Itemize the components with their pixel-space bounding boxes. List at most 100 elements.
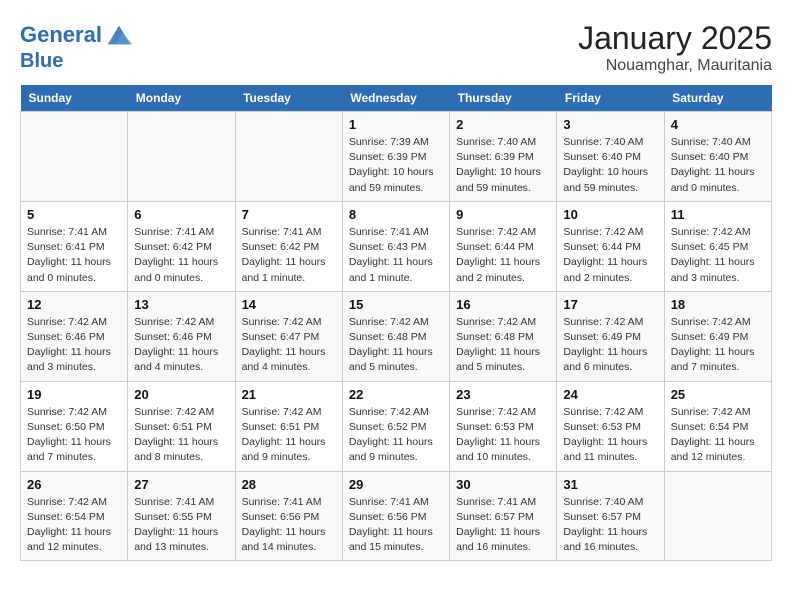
calendar-cell: 17 Sunrise: 7:42 AMSunset: 6:49 PMDayligh… xyxy=(557,291,664,381)
subtitle: Nouamghar, Mauritania xyxy=(578,57,772,75)
day-info: Sunrise: 7:42 AMSunset: 6:51 PMDaylight:… xyxy=(134,405,228,466)
day-info: Sunrise: 7:40 AMSunset: 6:40 PMDaylight:… xyxy=(563,135,657,196)
calendar-cell xyxy=(128,112,235,202)
calendar-cell: 21 Sunrise: 7:42 AMSunset: 6:51 PMDayligh… xyxy=(235,381,342,471)
day-info: Sunrise: 7:41 AMSunset: 6:41 PMDaylight:… xyxy=(27,225,121,286)
day-number: 1 xyxy=(349,117,443,132)
day-number: 27 xyxy=(134,477,228,492)
day-number: 25 xyxy=(671,387,765,402)
day-info: Sunrise: 7:42 AMSunset: 6:46 PMDaylight:… xyxy=(134,315,228,376)
day-info: Sunrise: 7:42 AMSunset: 6:53 PMDaylight:… xyxy=(563,405,657,466)
calendar-cell: 24 Sunrise: 7:42 AMSunset: 6:53 PMDayligh… xyxy=(557,381,664,471)
weekday-header-saturday: Saturday xyxy=(664,85,771,112)
calendar-cell: 10 Sunrise: 7:42 AMSunset: 6:44 PMDayligh… xyxy=(557,201,664,291)
calendar-cell: 11 Sunrise: 7:42 AMSunset: 6:45 PMDayligh… xyxy=(664,201,771,291)
calendar-cell: 20 Sunrise: 7:42 AMSunset: 6:51 PMDayligh… xyxy=(128,381,235,471)
day-number: 7 xyxy=(242,207,336,222)
day-info: Sunrise: 7:42 AMSunset: 6:52 PMDaylight:… xyxy=(349,405,443,466)
calendar-cell: 25Sunrise: 7:42 AMSunset: 6:54 PMDayligh… xyxy=(664,381,771,471)
title-block: January 2025 Nouamghar, Mauritania xyxy=(578,20,772,75)
day-number: 26 xyxy=(27,477,121,492)
calendar-cell: 22 Sunrise: 7:42 AMSunset: 6:52 PMDayligh… xyxy=(342,381,449,471)
day-info: Sunrise: 7:41 AMSunset: 6:57 PMDaylight:… xyxy=(456,495,550,556)
calendar-cell: 7 Sunrise: 7:41 AMSunset: 6:42 PMDaylight… xyxy=(235,201,342,291)
calendar-table: SundayMondayTuesdayWednesdayThursdayFrid… xyxy=(20,85,772,561)
page-header: General Blue January 2025 Nouamghar, Mau… xyxy=(20,20,772,75)
day-number: 23 xyxy=(456,387,550,402)
logo: General Blue xyxy=(20,20,134,72)
calendar-cell: 3 Sunrise: 7:40 AMSunset: 6:40 PMDaylight… xyxy=(557,112,664,202)
day-info: Sunrise: 7:42 AMSunset: 6:44 PMDaylight:… xyxy=(563,225,657,286)
calendar-cell xyxy=(21,112,128,202)
day-number: 18 xyxy=(671,297,765,312)
day-info: Sunrise: 7:42 AMSunset: 6:48 PMDaylight:… xyxy=(349,315,443,376)
calendar-cell: 5 Sunrise: 7:41 AMSunset: 6:41 PMDaylight… xyxy=(21,201,128,291)
day-info: Sunrise: 7:41 AMSunset: 6:42 PMDaylight:… xyxy=(134,225,228,286)
day-number: 9 xyxy=(456,207,550,222)
calendar-cell: 14 Sunrise: 7:42 AMSunset: 6:47 PMDayligh… xyxy=(235,291,342,381)
day-number: 16 xyxy=(456,297,550,312)
day-number: 31 xyxy=(563,477,657,492)
day-info: Sunrise: 7:42 AMSunset: 6:50 PMDaylight:… xyxy=(27,405,121,466)
weekday-header-thursday: Thursday xyxy=(450,85,557,112)
calendar-cell: 2Sunrise: 7:40 AMSunset: 6:39 PMDaylight… xyxy=(450,112,557,202)
day-number: 24 xyxy=(563,387,657,402)
day-info: Sunrise: 7:41 AMSunset: 6:43 PMDaylight:… xyxy=(349,225,443,286)
day-info: Sunrise: 7:40 AMSunset: 6:40 PMDaylight:… xyxy=(671,135,765,196)
weekday-header-tuesday: Tuesday xyxy=(235,85,342,112)
calendar-cell: 1Sunrise: 7:39 AMSunset: 6:39 PMDaylight… xyxy=(342,112,449,202)
day-number: 3 xyxy=(563,117,657,132)
day-info: Sunrise: 7:42 AMSunset: 6:54 PMDaylight:… xyxy=(27,495,121,556)
day-info: Sunrise: 7:40 AMSunset: 6:57 PMDaylight:… xyxy=(563,495,657,556)
weekday-header-sunday: Sunday xyxy=(21,85,128,112)
day-number: 13 xyxy=(134,297,228,312)
calendar-cell: 4 Sunrise: 7:40 AMSunset: 6:40 PMDaylight… xyxy=(664,112,771,202)
day-info: Sunrise: 7:42 AMSunset: 6:47 PMDaylight:… xyxy=(242,315,336,376)
logo-icon xyxy=(104,20,134,50)
day-number: 11 xyxy=(671,207,765,222)
calendar-cell: 12Sunrise: 7:42 AMSunset: 6:46 PMDayligh… xyxy=(21,291,128,381)
logo-blue: Blue xyxy=(20,50,134,72)
calendar-cell: 6 Sunrise: 7:41 AMSunset: 6:42 PMDaylight… xyxy=(128,201,235,291)
weekday-header-monday: Monday xyxy=(128,85,235,112)
day-number: 4 xyxy=(671,117,765,132)
day-number: 17 xyxy=(563,297,657,312)
day-number: 29 xyxy=(349,477,443,492)
day-info: Sunrise: 7:42 AMSunset: 6:46 PMDaylight:… xyxy=(27,315,121,376)
weekday-header-wednesday: Wednesday xyxy=(342,85,449,112)
calendar-cell: 30 Sunrise: 7:41 AMSunset: 6:57 PMDayligh… xyxy=(450,471,557,561)
day-number: 15 xyxy=(349,297,443,312)
calendar-cell: 8Sunrise: 7:41 AMSunset: 6:43 PMDaylight… xyxy=(342,201,449,291)
day-number: 21 xyxy=(242,387,336,402)
day-number: 30 xyxy=(456,477,550,492)
day-number: 10 xyxy=(563,207,657,222)
calendar-cell: 31 Sunrise: 7:40 AMSunset: 6:57 PMDayligh… xyxy=(557,471,664,561)
calendar-cell: 26 Sunrise: 7:42 AMSunset: 6:54 PMDayligh… xyxy=(21,471,128,561)
day-info: Sunrise: 7:42 AMSunset: 6:53 PMDaylight:… xyxy=(456,405,550,466)
day-info: Sunrise: 7:41 AMSunset: 6:42 PMDaylight:… xyxy=(242,225,336,286)
day-info: Sunrise: 7:41 AMSunset: 6:56 PMDaylight:… xyxy=(242,495,336,556)
calendar-cell: 13 Sunrise: 7:42 AMSunset: 6:46 PMDayligh… xyxy=(128,291,235,381)
day-info: Sunrise: 7:42 AMSunset: 6:45 PMDaylight:… xyxy=(671,225,765,286)
day-info: Sunrise: 7:42 AMSunset: 6:48 PMDaylight:… xyxy=(456,315,550,376)
calendar-cell: 19 Sunrise: 7:42 AMSunset: 6:50 PMDayligh… xyxy=(21,381,128,471)
day-number: 6 xyxy=(134,207,228,222)
day-number: 19 xyxy=(27,387,121,402)
weekday-header-friday: Friday xyxy=(557,85,664,112)
day-info: Sunrise: 7:42 AMSunset: 6:44 PMDaylight:… xyxy=(456,225,550,286)
calendar-cell: 27 Sunrise: 7:41 AMSunset: 6:55 PMDayligh… xyxy=(128,471,235,561)
day-info: Sunrise: 7:42 AMSunset: 6:49 PMDaylight:… xyxy=(563,315,657,376)
day-number: 14 xyxy=(242,297,336,312)
calendar-cell: 9 Sunrise: 7:42 AMSunset: 6:44 PMDaylight… xyxy=(450,201,557,291)
day-number: 5 xyxy=(27,207,121,222)
day-number: 28 xyxy=(242,477,336,492)
calendar-cell: 28 Sunrise: 7:41 AMSunset: 6:56 PMDayligh… xyxy=(235,471,342,561)
day-info: Sunrise: 7:42 AMSunset: 6:49 PMDaylight:… xyxy=(671,315,765,376)
day-number: 20 xyxy=(134,387,228,402)
day-number: 22 xyxy=(349,387,443,402)
calendar-cell: 15 Sunrise: 7:42 AMSunset: 6:48 PMDayligh… xyxy=(342,291,449,381)
day-info: Sunrise: 7:42 AMSunset: 6:51 PMDaylight:… xyxy=(242,405,336,466)
calendar-cell: 16 Sunrise: 7:42 AMSunset: 6:48 PMDayligh… xyxy=(450,291,557,381)
day-info: Sunrise: 7:41 AMSunset: 6:55 PMDaylight:… xyxy=(134,495,228,556)
month-title: January 2025 xyxy=(578,20,772,57)
